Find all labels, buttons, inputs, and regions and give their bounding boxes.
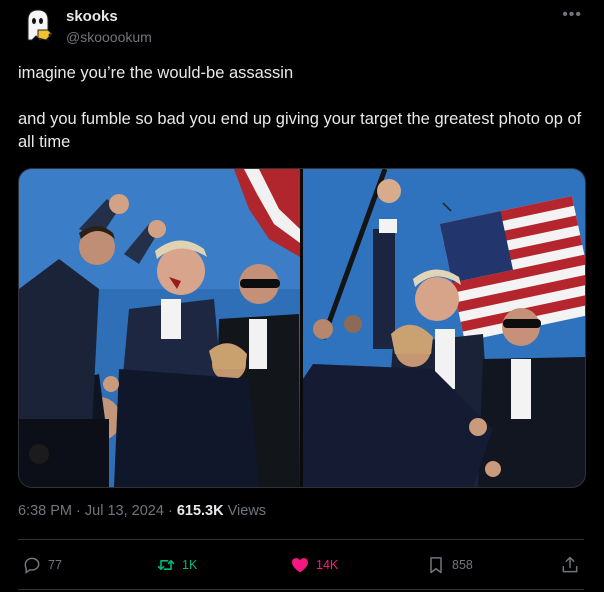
bookmark-button[interactable]: 858 [426, 548, 473, 582]
post-meta: 6:38 PM · Jul 13, 2024 · 615.3K Views [18, 503, 266, 519]
photo-left[interactable] [19, 169, 300, 487]
meta-separator-2: · [167, 503, 173, 519]
like-button[interactable]: 14K [290, 548, 338, 582]
repost-icon [157, 560, 175, 570]
like-count: 14K [316, 558, 339, 572]
post-line-1: imagine you’re the would-be assassin [18, 64, 294, 82]
ghost-icon[interactable] [18, 6, 58, 46]
meta-separator: · [76, 503, 81, 519]
bookmark-icon [430, 557, 442, 574]
views-label: Views [227, 503, 267, 519]
post-media[interactable] [18, 168, 586, 488]
repost-button[interactable]: 1K [156, 548, 197, 582]
share-button[interactable] [560, 548, 580, 582]
reply-button[interactable]: 77 [22, 548, 62, 582]
bookmark-count: 858 [452, 558, 473, 572]
action-bar: 77 1K 14K 858 [0, 548, 604, 582]
divider-top [18, 539, 584, 540]
reply-icon [24, 557, 40, 574]
heart-icon [292, 558, 308, 573]
views-count[interactable]: 615.3K [177, 503, 224, 519]
share-icon [562, 556, 578, 573]
author-name[interactable]: skooks [66, 8, 118, 25]
post: skooks @skooookum ••• imagine you’re the… [0, 0, 604, 592]
more-options-icon[interactable]: ••• [562, 6, 582, 24]
divider-bottom [18, 589, 584, 590]
post-line-2: and you fumble so bad you end up giving … [18, 110, 582, 151]
photo-right[interactable] [303, 169, 585, 487]
author-handle[interactable]: @skooookum [66, 29, 152, 45]
repost-count: 1K [182, 558, 198, 572]
reply-count: 77 [48, 558, 62, 572]
post-date[interactable]: Jul 13, 2024 [85, 503, 164, 519]
post-time[interactable]: 6:38 PM [18, 503, 72, 519]
post-text: imagine you’re the would-be assassin and… [18, 62, 588, 154]
